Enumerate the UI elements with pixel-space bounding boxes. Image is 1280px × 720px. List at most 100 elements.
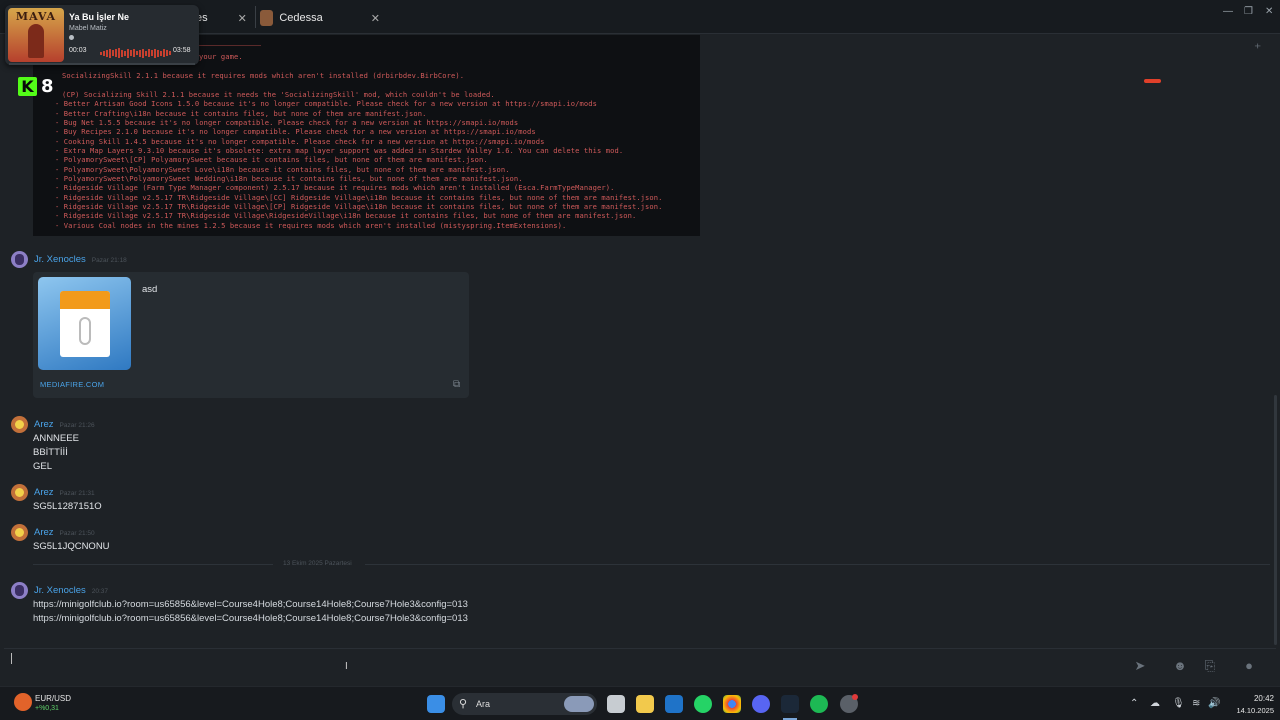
- link-embed[interactable]: asd MEDIAFIRE.COM ⧉: [33, 272, 469, 398]
- console-line: - Ridgeside Village v2.5.17 TR\Ridgeside…: [55, 202, 663, 211]
- console-line: - Ridgeside Village v2.5.17 TR\Ridgeside…: [55, 211, 637, 220]
- waveform-bar: [121, 49, 123, 57]
- console-line: - Ridgeside Village v2.5.17 TR\Ridgeside…: [55, 193, 663, 202]
- progress-bar[interactable]: [9, 63, 195, 65]
- date-divider-line: [33, 564, 273, 565]
- taskbar-search[interactable]: ⚲ Ara: [452, 693, 597, 715]
- minimize-icon[interactable]: —: [1223, 6, 1233, 17]
- spotify-icon[interactable]: [810, 695, 828, 713]
- tab-close-icon[interactable]: ✕: [238, 12, 247, 25]
- avatar[interactable]: [11, 524, 28, 541]
- send-icon[interactable]: ➤: [1130, 656, 1150, 676]
- media-player-overlay[interactable]: MAVA Ya Bu İşler Ne Mabel Matiz 00:03 03…: [5, 5, 199, 65]
- waveform-bar: [124, 50, 126, 56]
- outlook-icon[interactable]: [665, 695, 683, 713]
- waveform-bar: [133, 49, 135, 57]
- console-line: - Bug Net 1.5.5 because it's no longer c…: [55, 118, 519, 127]
- message-text: ANNNEEE: [33, 433, 79, 444]
- search-label: Ara: [476, 699, 491, 709]
- waveform-bar: [127, 48, 129, 58]
- message-timestamp: Pazar 21:18: [91, 257, 127, 264]
- console-line: - PolyamorySweet\PolyamorySweet Wedding\…: [55, 174, 523, 183]
- message-author[interactable]: Jr. Xenocles: [34, 585, 86, 596]
- message-author[interactable]: Arez: [34, 487, 54, 498]
- clock-date[interactable]: 14.10.2025: [1220, 706, 1274, 715]
- message-header: Arez Pazar 21:31: [34, 487, 95, 498]
- avatar[interactable]: [11, 582, 28, 599]
- scrollbar[interactable]: [1274, 395, 1277, 645]
- message-text: BBİTTİİİ: [33, 447, 68, 458]
- volume-icon[interactable]: 🔊: [1208, 698, 1220, 709]
- clock-time[interactable]: 20:42: [1230, 694, 1274, 703]
- attach-icon[interactable]: ⎘: [1200, 656, 1220, 676]
- chrome-icon[interactable]: [723, 695, 741, 713]
- whatsapp-icon[interactable]: [694, 695, 712, 713]
- maximize-icon[interactable]: ❐: [1244, 6, 1253, 17]
- waveform-bar: [145, 50, 147, 56]
- mic-icon[interactable]: ●: [1239, 656, 1259, 676]
- emoji-icon[interactable]: ☻: [1170, 656, 1190, 676]
- date-divider-line: [365, 564, 1270, 565]
- message-text: GEL: [33, 461, 53, 472]
- message-header: Jr. Xenocles Pazar 21:18: [34, 254, 127, 265]
- console-line: - Better Artisan Good Icons 1.5.0 becaus…: [55, 99, 597, 108]
- embed-thumbnail[interactable]: [38, 277, 131, 370]
- discord-icon[interactable]: [752, 695, 770, 713]
- search-icon: ⚲: [459, 698, 468, 710]
- console-line: - PolyamorySweet\PolyamorySweet Love\i18…: [55, 165, 510, 174]
- mouse-ibeam-icon: I: [345, 661, 348, 672]
- waveform-bar: [151, 50, 153, 56]
- microphone-icon[interactable]: 🎙: [1172, 698, 1185, 709]
- waveform-bar: [130, 50, 132, 56]
- message-author[interactable]: Arez: [34, 419, 54, 430]
- start-icon[interactable]: [427, 695, 445, 713]
- waveform-bar: [103, 50, 105, 56]
- file-explorer-icon[interactable]: [636, 695, 654, 713]
- message-author[interactable]: Jr. Xenocles: [34, 254, 86, 265]
- copy-icon[interactable]: ⧉: [453, 379, 460, 390]
- tab-cedessa[interactable]: Cedessa ✕: [260, 4, 380, 32]
- message-header: Arez Pazar 21:26: [34, 419, 95, 430]
- console-line: - Ridgeside Village (Farm Type Manager c…: [55, 183, 615, 192]
- playback-dot: [69, 35, 74, 40]
- steam-icon[interactable]: [781, 695, 799, 713]
- avatar[interactable]: [11, 484, 28, 501]
- waveform-bar: [136, 51, 138, 55]
- weather-widget-icon[interactable]: [14, 693, 32, 711]
- avatar[interactable]: [11, 416, 28, 433]
- waveform[interactable]: [100, 48, 172, 58]
- avatar[interactable]: [11, 251, 28, 268]
- message-input[interactable]: [4, 648, 1276, 684]
- message-timestamp: 20:37: [91, 588, 109, 595]
- close-icon[interactable]: ✕: [1265, 6, 1273, 17]
- notification-badge: [852, 694, 858, 700]
- message-link[interactable]: https://minigolfclub.io?room=us65856&lev…: [33, 599, 468, 610]
- message-text: SG5L1JQCNONU: [33, 541, 110, 552]
- waveform-bar: [109, 48, 111, 58]
- embed-title[interactable]: asd: [142, 284, 157, 295]
- album-cover: MAVA: [8, 8, 64, 62]
- chevron-up-icon[interactable]: ⌃: [1130, 698, 1138, 709]
- waveform-bar: [154, 48, 156, 58]
- zip-file-icon: [60, 291, 110, 357]
- onedrive-icon[interactable]: ☁: [1150, 698, 1160, 709]
- kick-overlay: K 8: [18, 76, 54, 97]
- waveform-bar: [163, 49, 165, 57]
- album-figure: [28, 24, 44, 58]
- message-timestamp: Pazar 21:31: [59, 490, 95, 497]
- embed-site[interactable]: MEDIAFIRE.COM: [40, 380, 104, 389]
- message-link[interactable]: https://minigolfclub.io?room=us65856&lev…: [33, 613, 468, 624]
- widget-label[interactable]: EUR/USD: [35, 694, 71, 703]
- message-timestamp: Pazar 21:26: [59, 422, 95, 429]
- zipper-icon: [79, 317, 91, 345]
- tab-previous[interactable]: es ✕: [196, 4, 256, 32]
- console-line: - Buy Recipes 2.1.0 because it's no long…: [55, 127, 536, 136]
- console-line: SocializingSkill 2.1.1 because it requir…: [62, 71, 465, 80]
- waveform-bar: [118, 48, 120, 58]
- message-text: SG5L1287151O: [33, 501, 102, 512]
- add-member-icon[interactable]: ⁺: [1254, 40, 1261, 57]
- message-author[interactable]: Arez: [34, 527, 54, 538]
- wifi-icon[interactable]: ≋: [1192, 698, 1200, 709]
- tab-close-icon[interactable]: ✕: [371, 12, 380, 25]
- task-view-icon[interactable]: [607, 695, 625, 713]
